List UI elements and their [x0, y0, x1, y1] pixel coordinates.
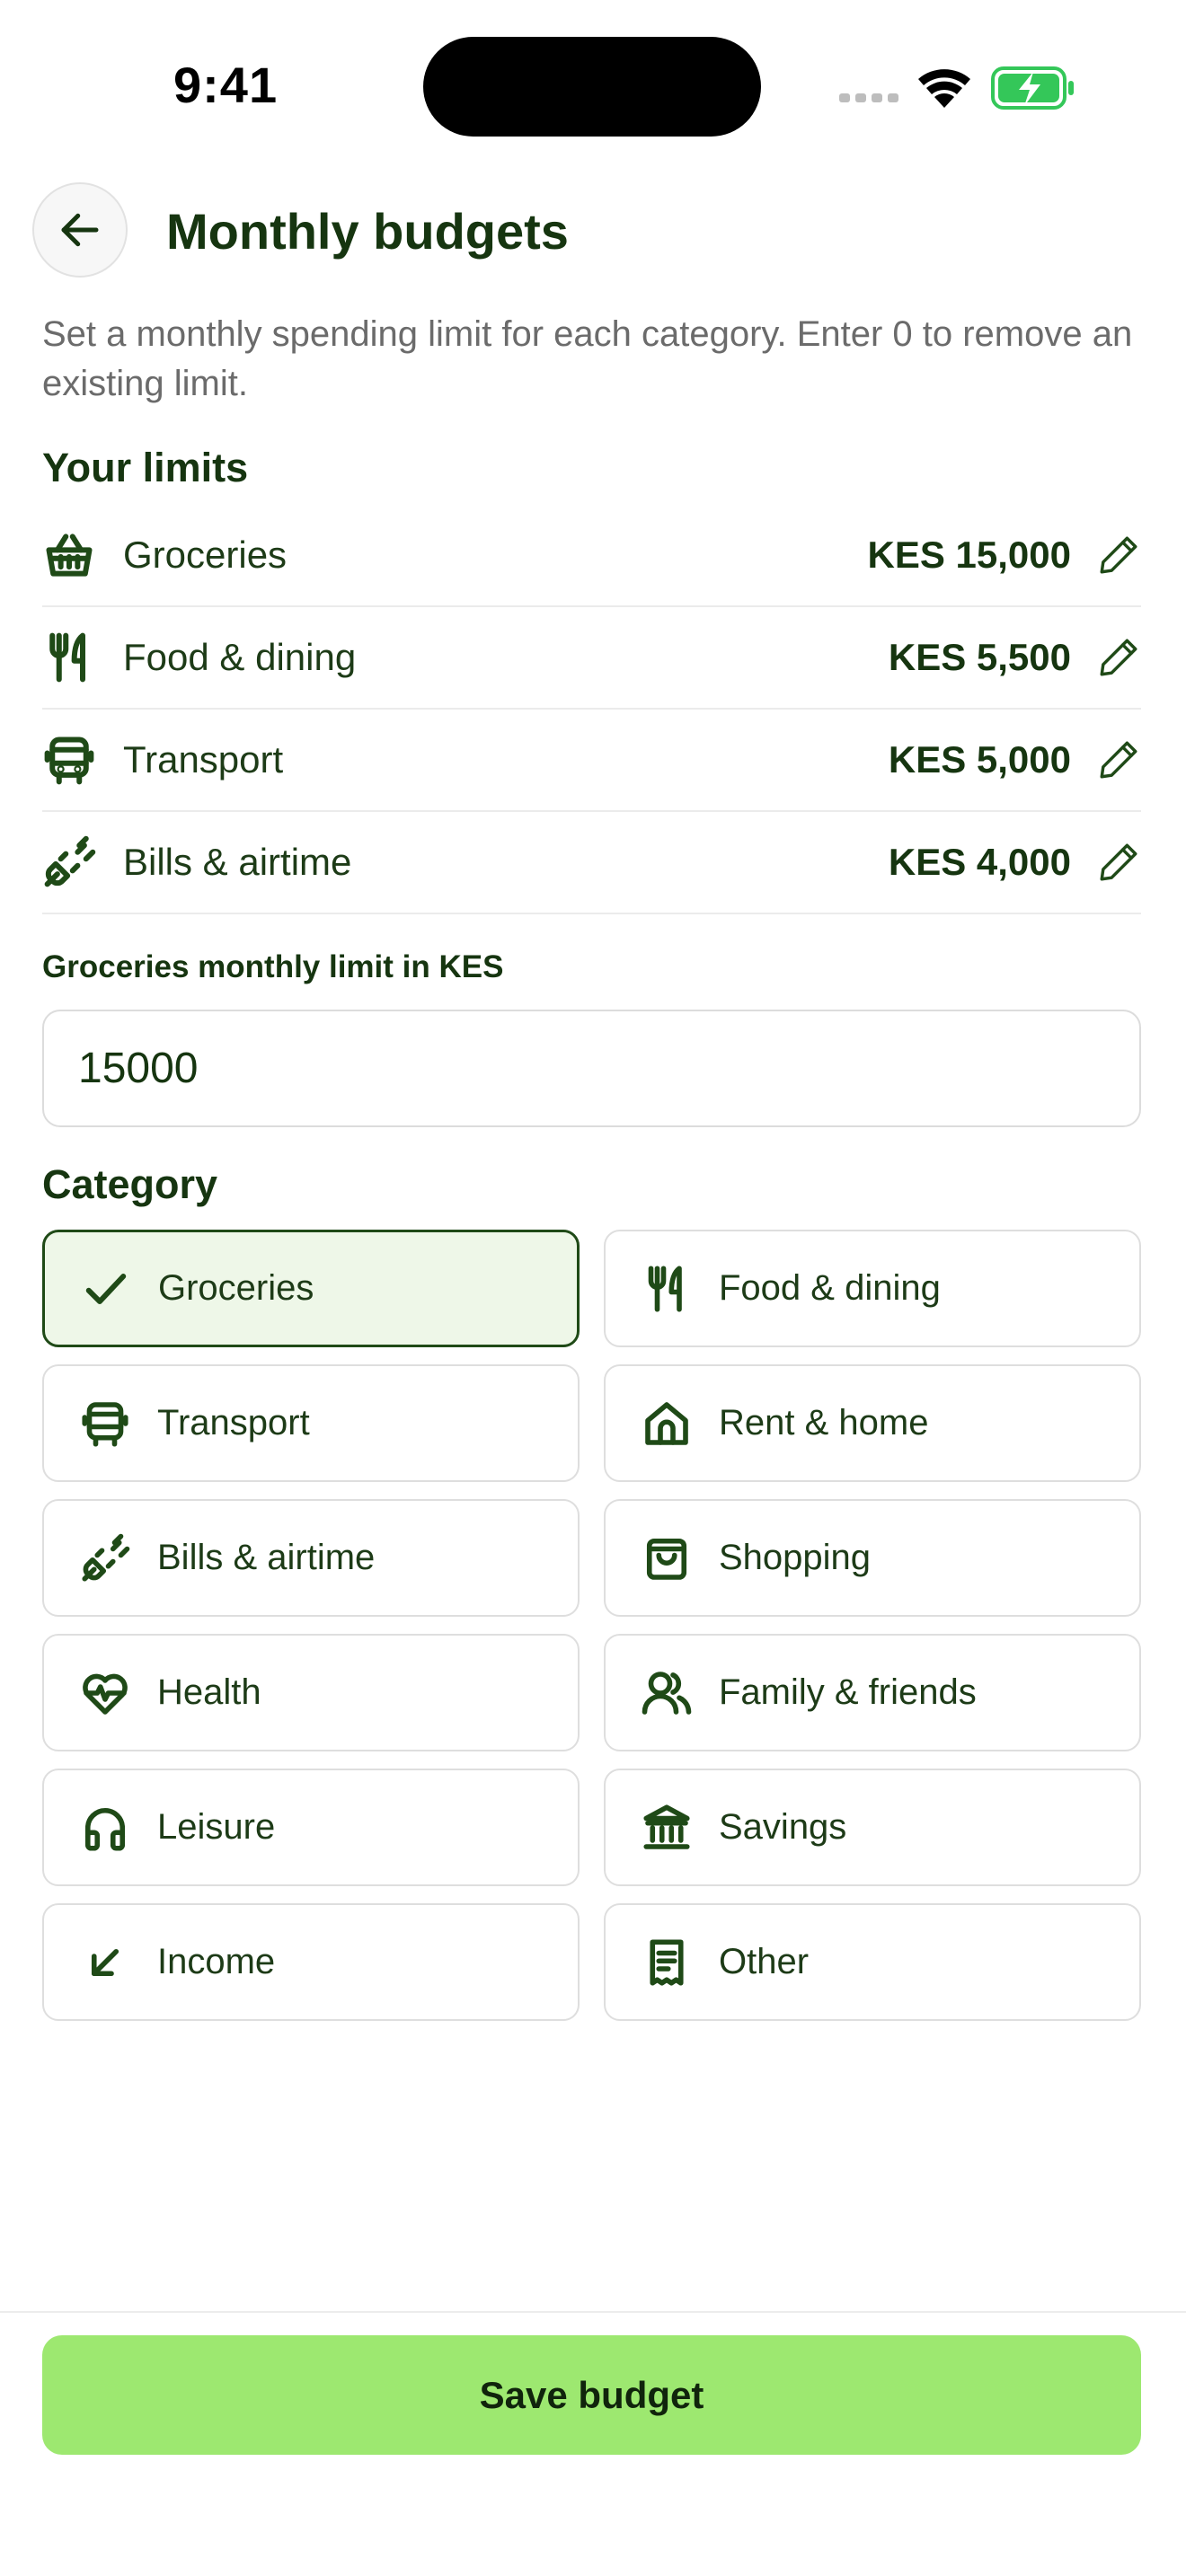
pencil-icon[interactable] — [1096, 840, 1141, 885]
category-label: Bills & airtime — [157, 1538, 376, 1577]
pencil-icon[interactable] — [1096, 635, 1141, 680]
pencil-icon[interactable] — [1096, 533, 1141, 578]
footer-divider — [0, 2311, 1186, 2313]
limit-label: Bills & airtime — [123, 841, 352, 883]
house-icon — [645, 1401, 688, 1445]
headphones-icon — [84, 1807, 126, 1851]
category-chip-food-dining[interactable]: Food & dining — [604, 1230, 1141, 1347]
limit-row-groceries[interactable]: Groceries KES 15,000 — [42, 505, 1141, 607]
basket-icon — [46, 534, 93, 577]
fork-knife-icon — [49, 632, 85, 683]
back-button[interactable] — [32, 182, 128, 278]
category-chip-groceries[interactable]: Groceries — [42, 1230, 580, 1347]
limit-label: Transport — [123, 738, 284, 781]
plug-icon — [44, 835, 96, 887]
fork-knife-icon — [648, 1265, 682, 1312]
category-chip-income[interactable]: Income — [42, 1903, 580, 2021]
category-chip-rent-home[interactable]: Rent & home — [604, 1364, 1141, 1482]
pencil-icon[interactable] — [1096, 737, 1141, 782]
limit-amount: KES 15,000 — [867, 534, 1072, 576]
category-chip-shopping[interactable]: Shopping — [604, 1499, 1141, 1617]
category-chip-transport[interactable]: Transport — [42, 1364, 580, 1482]
users-icon — [642, 1671, 692, 1715]
category-label: Transport — [157, 1403, 310, 1442]
category-chip-family-friends[interactable]: Family & friends — [604, 1634, 1141, 1751]
limit-row-food-dining[interactable]: Food & dining KES 5,500 — [42, 607, 1141, 710]
status-icons — [836, 59, 1078, 113]
battery-icon — [991, 66, 1074, 110]
save-budget-button[interactable]: Save budget — [42, 2335, 1141, 2455]
page-description: Set a monthly spending limit for each ca… — [42, 314, 1133, 403]
arrow-left-icon — [61, 213, 99, 247]
heart-pulse-icon — [83, 1673, 128, 1715]
limit-amount: KES 4,000 — [888, 841, 1071, 883]
category-chip-bills-airtime[interactable]: Bills & airtime — [42, 1499, 580, 1617]
category-label: Leisure — [157, 1807, 276, 1847]
dynamic-island — [423, 37, 761, 137]
limit-amount-input[interactable]: 15000 — [42, 1010, 1141, 1127]
category-label: Food & dining — [719, 1268, 941, 1308]
category-label: Groceries — [158, 1268, 314, 1308]
bus-icon — [44, 737, 94, 785]
page-title: Monthly budgets — [166, 203, 569, 260]
limit-amount: KES 5,000 — [888, 738, 1071, 781]
plug-icon — [82, 1533, 130, 1582]
limit-label: Groceries — [123, 534, 288, 576]
check-icon — [85, 1273, 127, 1304]
limit-amount: KES 5,500 — [888, 636, 1071, 678]
limit-row-bills-airtime[interactable]: Bills & airtime KES 4,000 — [42, 812, 1141, 914]
shopping-bag-icon — [646, 1538, 687, 1580]
category-label: Family & friends — [719, 1672, 977, 1712]
category-label: Rent & home — [719, 1403, 929, 1442]
category-label: Income — [157, 1942, 276, 1981]
bus-icon — [82, 1401, 128, 1447]
limit-label: Food & dining — [123, 636, 357, 678]
category-chip-leisure[interactable]: Leisure — [42, 1769, 580, 1886]
status-time: 9:41 — [173, 57, 279, 113]
arrow-down-left-icon — [91, 1948, 119, 1976]
limits-heading: Your limits — [42, 445, 249, 490]
category-chip-health[interactable]: Health — [42, 1634, 580, 1751]
category-heading: Category — [42, 1161, 218, 1207]
receipt-icon — [650, 1938, 684, 1986]
limit-row-transport[interactable]: Transport KES 5,000 — [42, 710, 1141, 812]
limit-input-label: Groceries monthly limit in KES — [42, 949, 504, 984]
category-label: Savings — [719, 1807, 847, 1847]
cellular-signal-icon — [839, 93, 898, 102]
category-label: Health — [157, 1672, 261, 1712]
category-label: Shopping — [719, 1538, 872, 1577]
bank-icon — [643, 1804, 690, 1849]
category-chip-other[interactable]: Other — [604, 1903, 1141, 2021]
category-label: Other — [719, 1942, 810, 1981]
category-chip-savings[interactable]: Savings — [604, 1769, 1141, 1886]
wifi-icon — [918, 69, 970, 108]
